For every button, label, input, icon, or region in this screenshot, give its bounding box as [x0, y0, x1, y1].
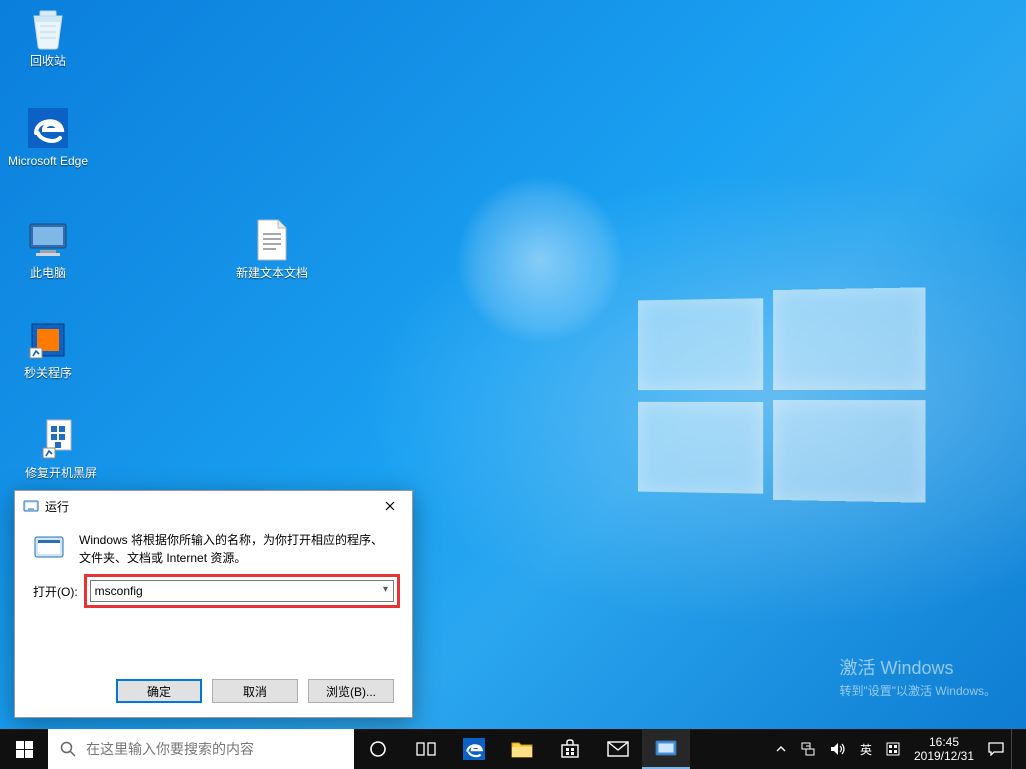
desktop-icon-recycle-bin[interactable]: 回收站 [6, 6, 90, 68]
taskbar-app-run[interactable] [642, 729, 690, 769]
mail-icon [607, 741, 629, 757]
close-button[interactable] [368, 491, 412, 521]
desktop: 回收站 Microsoft Edge 此电脑 新建文本文档 秒关程序 修复开机黑… [0, 0, 1026, 769]
desktop-icon-this-pc[interactable]: 此电脑 [6, 218, 90, 280]
clock-date: 2019/12/31 [914, 749, 974, 763]
recycle-bin-icon [26, 6, 70, 50]
tray-overflow[interactable] [769, 729, 793, 769]
show-desktop-button[interactable] [1011, 729, 1026, 769]
run-title: 运行 [45, 498, 69, 515]
run-icon [655, 739, 677, 757]
taskbar-app-edge[interactable] [450, 729, 498, 769]
desktop-icon-repair-blackscreen[interactable]: 修复开机黑屏 [6, 418, 116, 480]
task-view-button[interactable] [402, 729, 450, 769]
app-shortcut-icon [39, 418, 83, 462]
tray-ime-mode[interactable] [879, 729, 907, 769]
wallpaper-windows-logo [638, 287, 925, 502]
taskbar-search[interactable]: 在这里输入你要搜索的内容 [48, 729, 354, 769]
activation-title: 激活 Windows [839, 654, 996, 680]
run-icon [23, 498, 39, 514]
folder-icon [511, 740, 533, 758]
desktop-icon-label: Microsoft Edge [6, 154, 90, 168]
desktop-icon-label: 此电脑 [6, 266, 90, 280]
cortana-icon [369, 740, 387, 758]
tray-clock[interactable]: 16:45 2019/12/31 [907, 729, 981, 769]
activation-subtitle: 转到"设置"以激活 Windows。 [839, 682, 996, 699]
tray-network[interactable] [793, 729, 823, 769]
edge-icon [26, 106, 70, 150]
open-input[interactable] [90, 580, 394, 602]
action-center-icon [988, 742, 1004, 756]
desktop-icon-text-document[interactable]: 新建文本文档 [230, 218, 314, 280]
app-shortcut-icon [26, 318, 70, 362]
cortana-button[interactable] [354, 729, 402, 769]
desktop-icon-label: 秒关程序 [6, 366, 90, 380]
clock-time: 16:45 [929, 735, 959, 749]
ime-mode-icon [886, 742, 900, 756]
system-tray: 英 16:45 2019/12/31 [769, 729, 1026, 769]
taskbar-app-mail[interactable] [594, 729, 642, 769]
cancel-button[interactable]: 取消 [212, 679, 298, 703]
run-dialog: 运行 Windows 将根据你所输入的名称，为你打开相应的程序、文件夹、文档或 … [14, 490, 413, 718]
search-icon [60, 741, 76, 757]
task-view-icon [416, 741, 436, 757]
open-combobox[interactable]: ▾ [90, 580, 394, 602]
store-icon [560, 739, 580, 759]
desktop-icon-label: 回收站 [6, 54, 90, 68]
close-icon [385, 501, 395, 511]
ok-button[interactable]: 确定 [116, 679, 202, 703]
desktop-icon-label: 修复开机黑屏 [6, 466, 116, 480]
run-description: Windows 将根据你所输入的名称，为你打开相应的程序、文件夹、文档或 Int… [79, 531, 394, 567]
start-button[interactable] [0, 729, 48, 769]
tray-action-center[interactable] [981, 729, 1011, 769]
desktop-icon-label: 新建文本文档 [230, 266, 314, 280]
volume-icon [830, 742, 846, 756]
chevron-up-icon [776, 744, 786, 754]
taskbar-app-explorer[interactable] [498, 729, 546, 769]
desktop-icon-shutdown-tool[interactable]: 秒关程序 [6, 318, 90, 380]
edge-icon [463, 738, 485, 760]
search-placeholder: 在这里输入你要搜索的内容 [86, 739, 254, 759]
annotation-highlight: ▾ [84, 574, 400, 608]
taskbar: 在这里输入你要搜索的内容 [0, 729, 1026, 769]
network-icon [800, 742, 816, 756]
this-pc-icon [26, 218, 70, 262]
browse-button[interactable]: 浏览(B)... [308, 679, 394, 703]
open-label: 打开(O): [33, 583, 78, 600]
desktop-icon-edge[interactable]: Microsoft Edge [6, 106, 90, 168]
activation-watermark: 激活 Windows 转到"设置"以激活 Windows。 [839, 654, 996, 699]
text-document-icon [250, 218, 294, 262]
run-titlebar[interactable]: 运行 [15, 491, 412, 521]
tray-ime[interactable]: 英 [853, 729, 879, 769]
windows-logo-icon [16, 741, 33, 758]
run-body-icon [33, 531, 65, 563]
tray-volume[interactable] [823, 729, 853, 769]
taskbar-app-store[interactable] [546, 729, 594, 769]
